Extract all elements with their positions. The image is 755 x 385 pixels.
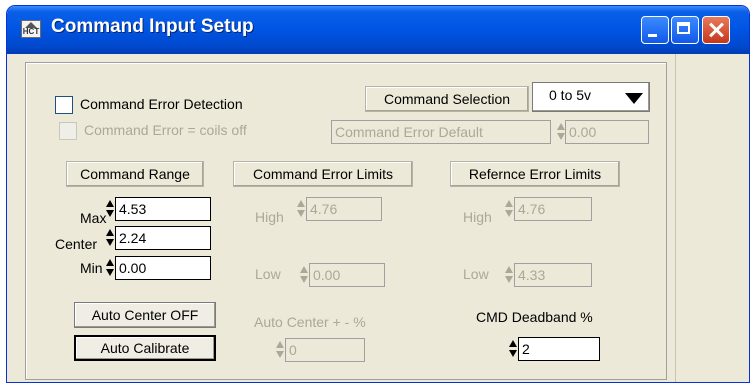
auto-center-percent-label: Auto Center + - % [254, 314, 366, 330]
error-default-spinner[interactable] [556, 121, 565, 143]
command-selection-value: 0 to 5v [549, 87, 592, 103]
command-error-detection-checkbox[interactable] [55, 96, 73, 114]
minimize-button[interactable] [641, 16, 669, 44]
reference-error-high-label: High [463, 209, 492, 225]
command-error-high-spinner[interactable] [296, 198, 305, 220]
right-divider [675, 54, 676, 382]
title-bar[interactable]: HCT Command Input Setup [7, 6, 749, 54]
command-error-limits-header[interactable]: Command Error Limits [233, 161, 413, 187]
auto-center-off-button[interactable]: Auto Center OFF [74, 302, 216, 328]
command-error-detection-label: Command Error Detection [80, 96, 243, 112]
close-button[interactable] [702, 16, 730, 44]
reference-error-low-spinner[interactable] [504, 264, 513, 286]
auto-calibrate-button[interactable]: Auto Calibrate [74, 335, 216, 361]
client-area: Command Error Detection Command Selectio… [11, 54, 745, 382]
command-range-header[interactable]: Command Range [66, 161, 204, 187]
app-icon: HCT [21, 20, 41, 38]
command-error-low-label: Low [255, 266, 281, 282]
max-spinner[interactable] [105, 198, 114, 220]
max-input[interactable]: 4.53 [115, 197, 211, 221]
min-label: Min [80, 260, 103, 276]
command-error-low-spinner[interactable] [299, 264, 308, 286]
command-error-low-input[interactable]: 0.00 [309, 263, 385, 287]
command-selection-button[interactable]: Command Selection [365, 86, 529, 112]
auto-center-percent-spinner[interactable] [275, 339, 284, 361]
command-error-high-label: High [255, 209, 284, 225]
auto-center-percent-input[interactable]: 0 [285, 338, 365, 362]
center-label: Center [55, 236, 98, 252]
cmd-deadband-label: CMD Deadband % [476, 309, 593, 325]
min-spinner[interactable] [105, 257, 114, 279]
min-input[interactable]: 0.00 [115, 256, 211, 280]
center-input[interactable]: 2.24 [115, 226, 211, 250]
coils-off-label: Command Error = coils off [84, 122, 247, 138]
window-title: Command Input Setup [51, 16, 254, 37]
max-label: Max [80, 210, 107, 226]
cmd-deadband-input[interactable]: 2 [518, 337, 600, 361]
reference-error-low-input[interactable]: 4.33 [514, 263, 592, 287]
command-error-default-label-box: Command Error Default [331, 120, 551, 144]
reference-error-limits-header[interactable]: Refernce Error Limits [450, 161, 620, 187]
dropdown-arrow-icon [625, 93, 643, 104]
coils-off-checkbox[interactable] [59, 122, 77, 140]
command-selection-dropdown[interactable]: 0 to 5v [532, 82, 650, 112]
center-spinner[interactable] [105, 227, 114, 249]
error-default-input[interactable]: 0.00 [565, 120, 649, 144]
command-error-high-input[interactable]: 4.76 [306, 197, 382, 221]
maximize-button[interactable] [671, 16, 699, 44]
reference-error-low-label: Low [463, 266, 489, 282]
reference-error-high-spinner[interactable] [504, 198, 513, 220]
command-input-setup-window: HCT Command Input Setup Command Error De… [7, 6, 749, 382]
reference-error-high-input[interactable]: 4.76 [514, 197, 592, 221]
cmd-deadband-spinner[interactable] [508, 338, 517, 360]
